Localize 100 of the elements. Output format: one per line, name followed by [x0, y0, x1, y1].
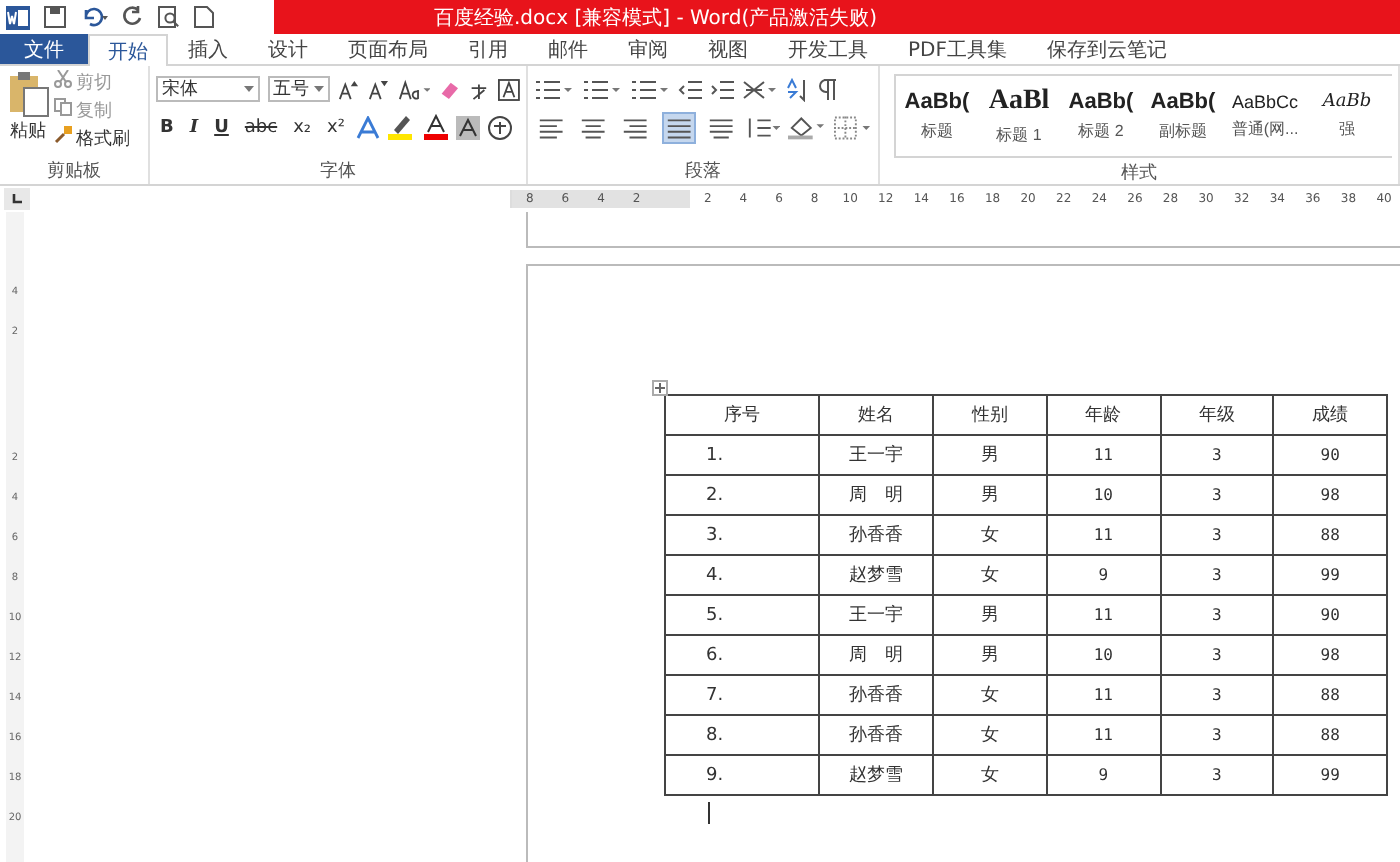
character-shading-icon[interactable]	[456, 115, 481, 139]
redo-icon[interactable]	[122, 6, 144, 28]
text-cursor	[708, 802, 710, 824]
font-size-dropdown[interactable]: 五号	[267, 76, 330, 102]
style-item[interactable]: AaBb 强	[1306, 76, 1388, 156]
table-cell: 女	[933, 715, 1047, 755]
ribbon-tab[interactable]: 开始	[88, 34, 168, 66]
table-cell: 11	[1046, 595, 1161, 635]
table-cell: 9	[1046, 755, 1161, 795]
table-cell: 3	[1160, 435, 1274, 475]
table-cell: 1.	[665, 435, 819, 475]
shading-icon[interactable]	[788, 114, 827, 140]
sort-icon[interactable]	[786, 77, 810, 101]
ribbon-tab[interactable]: 引用	[448, 34, 528, 64]
print-preview-icon[interactable]	[158, 6, 180, 28]
table-move-handle[interactable]	[652, 380, 668, 396]
group-label: 剪贴板	[45, 160, 103, 184]
table-cell: 4.	[665, 555, 819, 595]
table-cell: 3.	[665, 515, 819, 555]
table-cell: 3	[1160, 515, 1274, 555]
table-cell: 3	[1160, 475, 1274, 515]
undo-icon[interactable]	[80, 6, 108, 28]
table-cell: 98	[1273, 635, 1387, 675]
ribbon-tab[interactable]: 保存到云笔记	[1026, 34, 1187, 64]
table-cell: 赵梦雪	[818, 555, 934, 595]
style-item[interactable]: AaBbCc 普通(网...	[1224, 76, 1306, 156]
paste-button[interactable]: 粘贴	[6, 70, 50, 156]
ribbon-tab[interactable]: 视图	[688, 34, 768, 64]
new-document-icon[interactable]	[194, 6, 214, 28]
group-label: 样式	[1119, 162, 1159, 184]
list-icon[interactable]	[582, 77, 622, 101]
style-item[interactable]: AaBb( 标题 2	[1060, 76, 1142, 156]
table-cell: 99	[1273, 755, 1387, 795]
decrease-indent-icon[interactable]	[678, 77, 702, 101]
increase-indent-icon[interactable]	[710, 77, 734, 101]
table-cell: 女	[933, 515, 1047, 555]
table-cell: 3	[1160, 755, 1274, 795]
table-cell: 男	[933, 635, 1047, 675]
table-cell: 7.	[665, 675, 819, 715]
table-cell: 6.	[665, 635, 819, 675]
format-button[interactable]: abc	[240, 117, 282, 137]
enclosed-character-icon[interactable]	[488, 115, 513, 139]
character-border-icon[interactable]	[498, 77, 520, 101]
style-item[interactable]: AaBb( 标题	[896, 76, 978, 156]
copy-icon	[54, 98, 72, 116]
column-header: 性别	[933, 395, 1047, 435]
table-cell: 赵梦雪	[818, 755, 934, 795]
table-cell: 孙香香	[818, 715, 934, 755]
font-name-dropdown[interactable]: 宋体	[156, 76, 260, 102]
table-cell: 5.	[665, 595, 819, 635]
table-cell: 男	[933, 475, 1047, 515]
format-button[interactable]: B	[156, 117, 178, 137]
group-label: 字体	[318, 160, 358, 184]
table-cell: 90	[1273, 435, 1387, 475]
table-cell: 11	[1046, 675, 1161, 715]
table-cell: 88	[1273, 515, 1387, 555]
table-cell: 9.	[665, 755, 819, 795]
ribbon-tab[interactable]: 文件	[0, 34, 88, 64]
table-cell: 3	[1160, 555, 1274, 595]
table-cell: 孙香香	[818, 675, 934, 715]
font-color-icon[interactable]	[424, 114, 449, 140]
group-label: 段落	[683, 160, 723, 184]
alignment-icon[interactable]	[661, 111, 696, 143]
table-cell: 女	[933, 555, 1047, 595]
save-icon[interactable]	[44, 6, 66, 28]
format-painter-button[interactable]: 格式刷	[54, 126, 130, 152]
paragraph-mark-icon[interactable]	[818, 77, 838, 101]
ribbon-tab[interactable]: 设计	[248, 34, 328, 64]
ribbon-tab[interactable]: PDF工具集	[888, 34, 1027, 64]
table-cell: 3	[1160, 595, 1274, 635]
column-header: 年龄	[1046, 395, 1161, 435]
column-header: 序号	[665, 395, 819, 435]
list-icon[interactable]	[534, 77, 574, 101]
change-case-icon[interactable]	[397, 77, 431, 101]
word-logo-icon	[6, 5, 30, 29]
table-cell: 8.	[665, 715, 819, 755]
tab-selector[interactable]	[4, 188, 30, 210]
ribbon-tab[interactable]: 审阅	[608, 34, 688, 64]
ribbon-tab[interactable]: 邮件	[528, 34, 608, 64]
shrink-font-icon[interactable]	[367, 77, 390, 101]
table-cell: 3	[1160, 675, 1274, 715]
highlighter-icon[interactable]	[388, 114, 417, 140]
table-cell: 10	[1046, 475, 1161, 515]
text-effects-icon[interactable]	[356, 115, 381, 139]
scissors-icon	[54, 70, 72, 88]
format-button[interactable]: I	[185, 117, 203, 137]
ribbon-tab[interactable]: 页面布局	[328, 34, 448, 64]
style-item[interactable]: AaBb( 副标题	[1142, 76, 1224, 156]
format-button[interactable]: x₂	[289, 117, 316, 137]
ribbon-tab[interactable]: 开发工具	[768, 34, 888, 64]
format-button[interactable]: x²	[323, 117, 349, 137]
ribbon-tab[interactable]: 插入	[168, 34, 248, 64]
line-spacing-icon[interactable]	[745, 115, 781, 139]
style-item[interactable]: AaBl 标题 1	[978, 76, 1060, 156]
grow-font-icon[interactable]	[338, 77, 360, 101]
asian-layout-icon[interactable]	[742, 77, 778, 101]
borders-icon[interactable]	[834, 115, 872, 139]
list-icon[interactable]	[630, 77, 670, 101]
table-cell: 2.	[665, 475, 819, 515]
format-button[interactable]: U	[210, 117, 233, 137]
